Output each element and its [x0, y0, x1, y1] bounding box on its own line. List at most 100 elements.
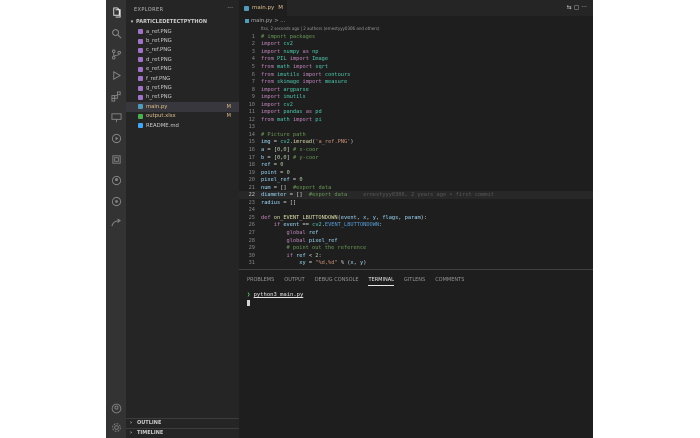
tab-label: main.py [252, 5, 275, 11]
code-text: img = cv2.imread('a_ref.PNG') [261, 139, 354, 146]
code-line[interactable]: 21 num = [] #export data [239, 184, 593, 192]
git-status-badge: M [226, 113, 231, 120]
code-line[interactable]: 6 from imutils import contours [239, 71, 593, 79]
code-text: from skimage import measure [261, 79, 348, 86]
code-line[interactable]: 25 def on_EVENT_LBUTTONDOWN(event, x, y, … [239, 214, 593, 222]
extensions-icon[interactable] [109, 89, 123, 103]
file-item[interactable]: output.xlsx M [126, 112, 239, 121]
manage-gear-icon[interactable] [109, 420, 123, 434]
file-item[interactable]: h_ref.PNG [126, 93, 239, 102]
png-file-icon [138, 85, 143, 91]
file-item[interactable]: main.py M [126, 102, 239, 112]
github-icon[interactable] [109, 173, 123, 187]
file-item[interactable]: a_ref.PNG [126, 27, 239, 36]
chevron-right-icon: › [130, 430, 133, 436]
code-line[interactable]: 17 b = [0,0] # y-coor [239, 154, 593, 162]
code-line[interactable]: 30 if ref < 2: [239, 252, 593, 260]
code-line[interactable]: 31 xy = "%d,%d" % (x, y) [239, 259, 593, 267]
panel-tab-terminal[interactable]: TERMINAL [368, 274, 394, 286]
code-line[interactable]: 20 pixel_ref = 0 [239, 176, 593, 184]
code-line[interactable]: 12 from math import pi [239, 116, 593, 124]
file-item[interactable]: f_ref.PNG [126, 74, 239, 83]
breadcrumb[interactable]: main.py > ... [245, 16, 285, 26]
code-line[interactable]: 13 [239, 124, 593, 132]
explorer-icon[interactable] [109, 5, 123, 19]
code-line[interactable]: 8 import argparse [239, 86, 593, 94]
code-line[interactable]: 10 import cv2 [239, 101, 593, 109]
run-debug-icon[interactable] [109, 68, 123, 82]
line-number: 30 [248, 252, 255, 259]
search-icon[interactable] [109, 26, 123, 40]
file-item[interactable]: README.md [126, 121, 239, 130]
code-line[interactable]: 3 import numpy as np [239, 48, 593, 56]
code-line[interactable]: 4 from PIL import Image [239, 56, 593, 64]
editor-actions[interactable]: ⇆ ▢ ··· [567, 4, 587, 11]
code-line[interactable]: 14 # Picture path [239, 131, 593, 139]
code-line[interactable]: 9 import imutils [239, 93, 593, 101]
file-name: d_ref.PNG [146, 56, 172, 63]
line-number: 3 [251, 48, 255, 55]
tab-main-py[interactable]: main.py M [239, 0, 287, 16]
file-item[interactable]: d_ref.PNG [126, 55, 239, 64]
breadcrumb-text: main.py > ... [251, 18, 286, 24]
line-number: 25 [248, 214, 255, 221]
code-text: import argparse [261, 86, 309, 93]
panel-tab-gitlens[interactable]: GITLENS [404, 274, 425, 286]
docker-icon[interactable] [109, 152, 123, 166]
live-share-icon[interactable] [109, 215, 123, 229]
python-file-icon [244, 5, 249, 11]
code-text: # import packages [261, 33, 316, 40]
code-text: from PIL import Image [261, 56, 329, 63]
terminal-prompt: ❯ [247, 292, 251, 298]
file-item[interactable]: g_ref.PNG [126, 83, 239, 92]
workspace-folder[interactable]: ▾ PARTICLEDETECTPYTHON [128, 17, 239, 26]
code-line[interactable]: 1 # import packages [239, 33, 593, 41]
file-item[interactable]: b_ref.PNG [126, 36, 239, 45]
code-text: import imutils [261, 94, 306, 101]
file-name: main.py [146, 103, 168, 110]
code-text: import pandas as pd [261, 109, 322, 116]
code-line[interactable]: 23 radius = [] [239, 199, 593, 207]
code-line[interactable]: 16 a = [0,0] # x-coor [239, 146, 593, 154]
panel-tab-problems[interactable]: PROBLEMS [247, 274, 274, 286]
line-number: 23 [248, 199, 255, 206]
explorer-more-button[interactable]: ··· [227, 5, 233, 12]
code-line[interactable]: 7 from skimage import measure [239, 78, 593, 86]
remote-explorer-icon[interactable] [109, 110, 123, 124]
file-item[interactable]: e_ref.PNG [126, 65, 239, 74]
gitlens-icon[interactable] [109, 194, 123, 208]
timeline-section[interactable]: › TIMELINE [126, 428, 239, 437]
png-file-icon [138, 57, 143, 63]
gitlens-codelens[interactable]: Itss, 2 seconds ago | 2 authors (ernesty… [261, 26, 379, 31]
code-line[interactable]: 24 [239, 207, 593, 215]
code-line[interactable]: 15 img = cv2.imread('a_ref.PNG') [239, 139, 593, 147]
testing-icon[interactable] [109, 131, 123, 145]
outline-section[interactable]: › OUTLINE [126, 418, 239, 427]
source-control-icon[interactable] [109, 47, 123, 61]
code-line[interactable]: 18 ref = 0 [239, 161, 593, 169]
panel-tabs: PROBLEMS OUTPUT DEBUG CONSOLE TERMINAL GITLE… [247, 274, 474, 286]
code-text: diameter = [] #export data [261, 192, 348, 199]
file-item[interactable]: c_ref.PNG [126, 46, 239, 55]
panel-tab-output[interactable]: OUTPUT [284, 274, 304, 286]
code-line[interactable]: 19 point = 0 [239, 169, 593, 177]
code-editor[interactable]: 1 # import packages 2 import cv2 3 import num… [239, 33, 593, 269]
file-name: b_ref.PNG [146, 38, 172, 45]
code-line[interactable]: 29 # point out the reference [239, 244, 593, 252]
code-text: ref = 0 [261, 162, 284, 169]
code-text: from imutils import contours [261, 71, 351, 78]
code-text: xy = "%d,%d" % (x, y) [299, 260, 367, 267]
code-line[interactable]: 27 global ref [239, 229, 593, 237]
code-line[interactable]: 2 import cv2 [239, 41, 593, 49]
panel-tab-debug-console[interactable]: DEBUG CONSOLE [315, 274, 359, 286]
code-text: def on_EVENT_LBUTTONDOWN(event, x, y, fl… [261, 214, 428, 221]
code-text: import cv2 [261, 101, 293, 108]
code-line[interactable]: 28 global pixel_ref [239, 237, 593, 245]
panel-tab-comments[interactable]: COMMENTS [435, 274, 464, 286]
code-line[interactable]: 5 from math import sqrt [239, 63, 593, 71]
code-line[interactable]: 11 import pandas as pd [239, 108, 593, 116]
terminal[interactable]: ❯ python3 main.py [247, 292, 303, 306]
code-line[interactable]: 26 if event == cv2.EVENT_LBUTTONDOWN: [239, 222, 593, 230]
account-icon[interactable] [109, 401, 123, 415]
code-line[interactable]: 22 diameter = [] #export data ernestyyy030… [239, 191, 593, 200]
